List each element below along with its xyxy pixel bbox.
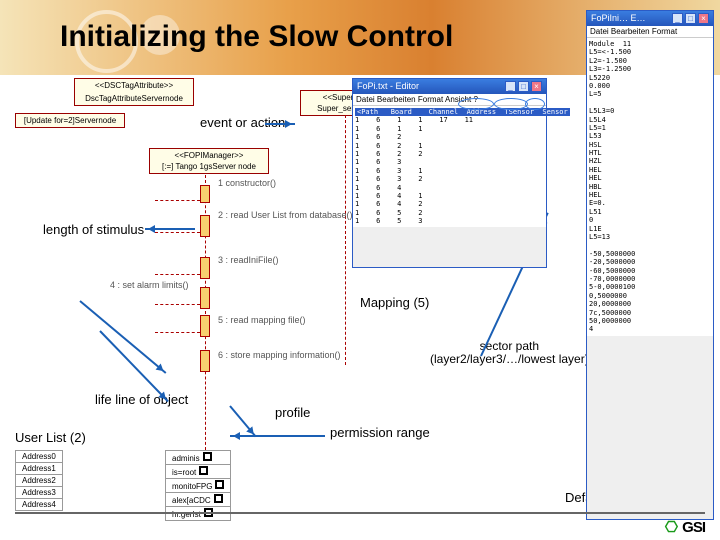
window-title: FoPi.txt - Editor <box>357 81 419 92</box>
window-menubar[interactable]: Datei Bearbeiten Format <box>587 26 713 38</box>
highlight-tsensor-col <box>494 98 528 110</box>
step-label-6: 6 : store mapping information() <box>218 350 341 360</box>
step-label-5: 5 : read mapping file() <box>218 315 306 325</box>
editor-body[interactable]: Module 11 L5=<-1.500 L2=-1.500 L3=-1.250… <box>587 38 713 336</box>
table-cell: alex[aCDC <box>166 493 231 507</box>
table-cell: Address2 <box>16 475 63 487</box>
uml-box-update: [Update for=2]Servernode <box>15 113 125 128</box>
highlight-address-col <box>458 98 494 110</box>
anno-permission-range: permission range <box>330 425 430 440</box>
activation-bar <box>200 315 210 337</box>
close-icon[interactable]: × <box>698 13 709 24</box>
checkbox-icon <box>214 494 223 503</box>
arrow-event <box>265 123 295 125</box>
anno-profile: profile <box>275 405 310 420</box>
return-dash <box>155 304 200 305</box>
footer-divider <box>15 512 705 514</box>
step-label-4: 4 : set alarm limits() <box>110 280 189 290</box>
editor-body[interactable]: <Path Board Channel Address TSensor Sens… <box>353 106 546 227</box>
arrow-stimulus <box>145 228 195 230</box>
arrow-life <box>79 300 166 374</box>
table-cell: Address0 <box>16 451 63 463</box>
uml-box-fopimgr-name: [:=] Tango 1gsServer node <box>149 160 269 174</box>
step-label-1: 1 constructor() <box>218 178 276 188</box>
user-list-address-table: Address0 Address1 Address2 Address3 Addr… <box>15 450 63 511</box>
anno-length-of-stimulus: length of stimulus <box>43 222 144 237</box>
table-cell: Address1 <box>16 463 63 475</box>
table-cell: Address3 <box>16 487 63 499</box>
user-list-names-table: adminis is=root monitoFPG alex[aCDC hr.g… <box>165 450 231 521</box>
window-controls: _ □ × <box>505 81 542 92</box>
uml-box-dsctag-name: DscTagAttributeServernode <box>74 92 194 106</box>
maximize-icon[interactable]: □ <box>518 81 529 92</box>
gsi-logo: ⎔ GSI <box>665 518 705 536</box>
anno-user-list: User List (2) <box>15 430 86 445</box>
anno-mapping: Mapping (5) <box>360 295 429 310</box>
table-cell: adminis <box>166 451 231 465</box>
menu-item[interactable]: Datei <box>356 95 375 104</box>
table-cell: Address4 <box>16 499 63 511</box>
anno-life-line: life line of object <box>95 392 188 407</box>
editor-data-rows: 1 6 1 1 17 11 1 6 1 1 1 6 2 1 6 2 1 1 6 … <box>355 116 473 225</box>
window-titlebar[interactable]: FoPi.txt - Editor _ □ × <box>353 79 546 94</box>
activation-bar <box>200 185 210 203</box>
checkbox-icon <box>199 466 208 475</box>
return-dash <box>155 200 200 201</box>
highlight-sensor-col <box>525 98 545 110</box>
maximize-icon[interactable]: □ <box>685 13 696 24</box>
activation-bar <box>200 287 210 309</box>
menu-item[interactable]: Bearbeiten <box>377 95 416 104</box>
checkbox-icon <box>203 452 212 461</box>
menu-item[interactable]: Format <box>652 27 677 36</box>
minimize-icon[interactable]: _ <box>505 81 516 92</box>
lifeline-superserver <box>345 115 347 365</box>
activation-bar <box>200 350 210 372</box>
activation-bar <box>200 215 210 237</box>
table-cell: is=root <box>166 465 231 479</box>
step-label-2: 2 : read User List from database() <box>218 210 353 220</box>
window-title: FoPiIni… E… <box>591 13 646 24</box>
page-title: Initializing the Slow Control <box>60 20 453 54</box>
activation-bar <box>200 257 210 279</box>
return-dash <box>155 332 200 333</box>
editor-window-ini: FoPiIni… E… _ □ × Datei Bearbeiten Forma… <box>586 10 714 520</box>
menu-item[interactable]: Format <box>418 95 443 104</box>
menu-item[interactable]: Datei <box>590 27 609 36</box>
anno-sector-path: sector path (layer2/layer3/…/lowest laye… <box>430 340 589 366</box>
return-dash <box>155 232 200 233</box>
menu-item[interactable]: Bearbeiten <box>611 27 650 36</box>
return-dash <box>155 274 200 275</box>
minimize-icon[interactable]: _ <box>672 13 683 24</box>
checkbox-icon <box>215 480 224 489</box>
close-icon[interactable]: × <box>531 81 542 92</box>
window-controls: _ □ × <box>672 13 709 24</box>
arrow-perm <box>230 435 325 437</box>
uml-box-dsctag-stereo: <<DSCTagAttribute>> <box>74 78 194 93</box>
step-label-3: 3 : readIniFile() <box>218 255 279 265</box>
window-titlebar[interactable]: FoPiIni… E… _ □ × <box>587 11 713 26</box>
table-cell: monitoFPG <box>166 479 231 493</box>
